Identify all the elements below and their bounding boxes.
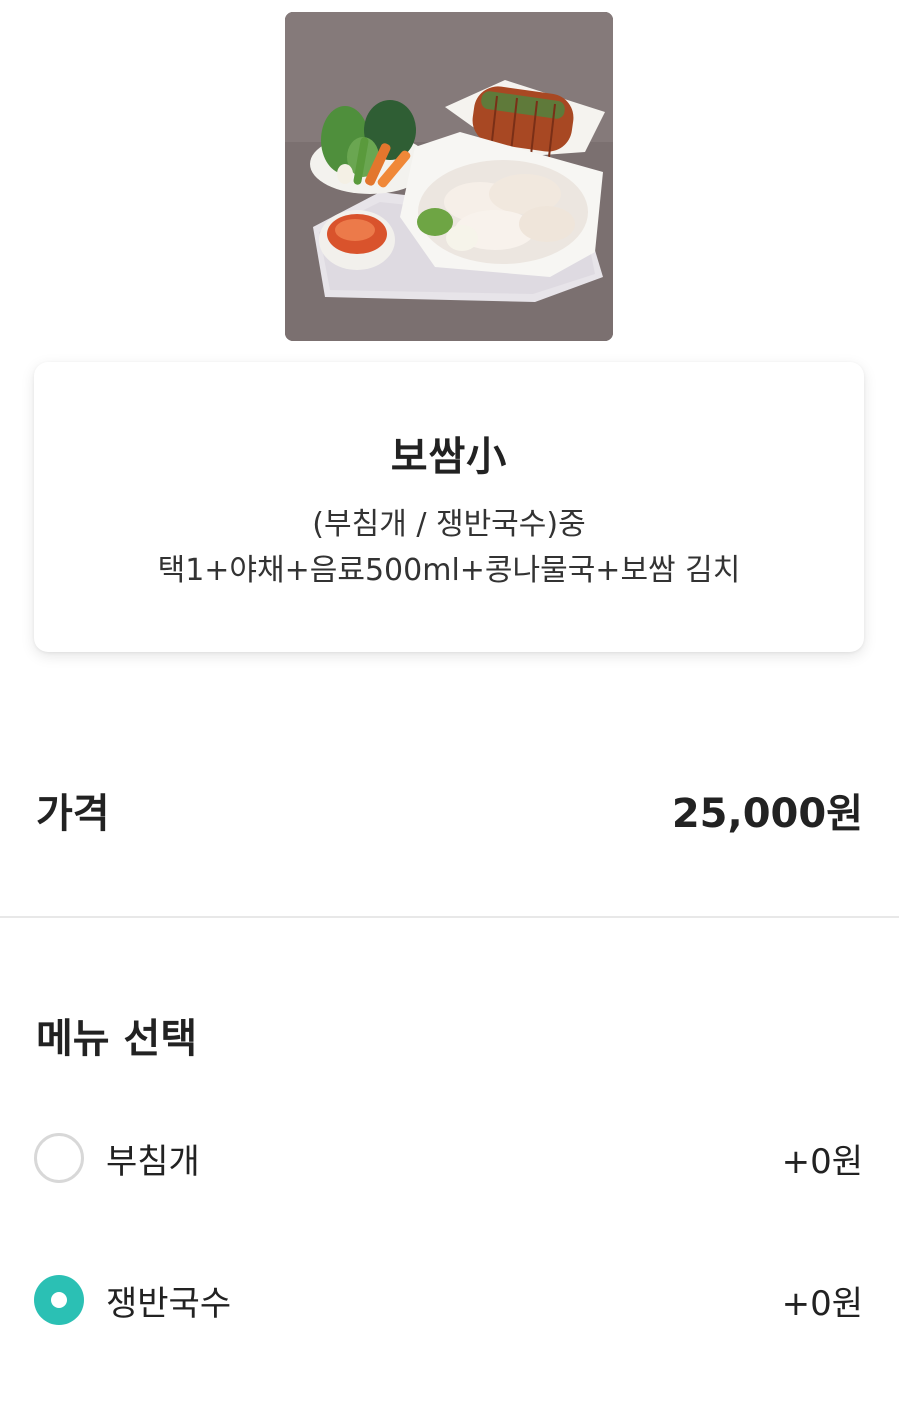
menu-info-card: 보쌈小 (부침개 / 쟁반국수)중 택1+야채+음료500ml+콩나물국+보쌈 … [34, 362, 864, 652]
price-label: 가격 [36, 791, 110, 837]
menu-option-jaengban-guksu[interactable]: 쟁반국수 +0원 [34, 1270, 863, 1330]
price-value: 25,000원 [671, 791, 863, 837]
menu-select-title: 메뉴 선택 [36, 1016, 198, 1062]
section-divider [0, 916, 899, 918]
menu-name: 보쌈小 [390, 434, 508, 480]
option-label: 쟁반국수 [106, 1283, 232, 1324]
menu-description-line-1: (부침개 / 쟁반국수)중 [312, 507, 586, 542]
option-price: +0원 [781, 1283, 863, 1324]
menu-food-image [285, 12, 613, 341]
radio-selected-icon[interactable] [34, 1275, 84, 1325]
radio-unselected-icon[interactable] [34, 1133, 84, 1183]
option-price: +0원 [781, 1141, 863, 1182]
menu-option-buchimgae[interactable]: 부침개 +0원 [34, 1128, 863, 1188]
menu-description-line-2: 택1+야채+음료500ml+콩나물국+보쌈 김치 [157, 553, 741, 588]
option-label: 부침개 [106, 1141, 200, 1182]
price-row: 가격 25,000원 [36, 780, 863, 840]
menu-description: (부침개 / 쟁반국수)중 택1+야채+음료500ml+콩나물국+보쌈 김치 [94, 502, 804, 594]
